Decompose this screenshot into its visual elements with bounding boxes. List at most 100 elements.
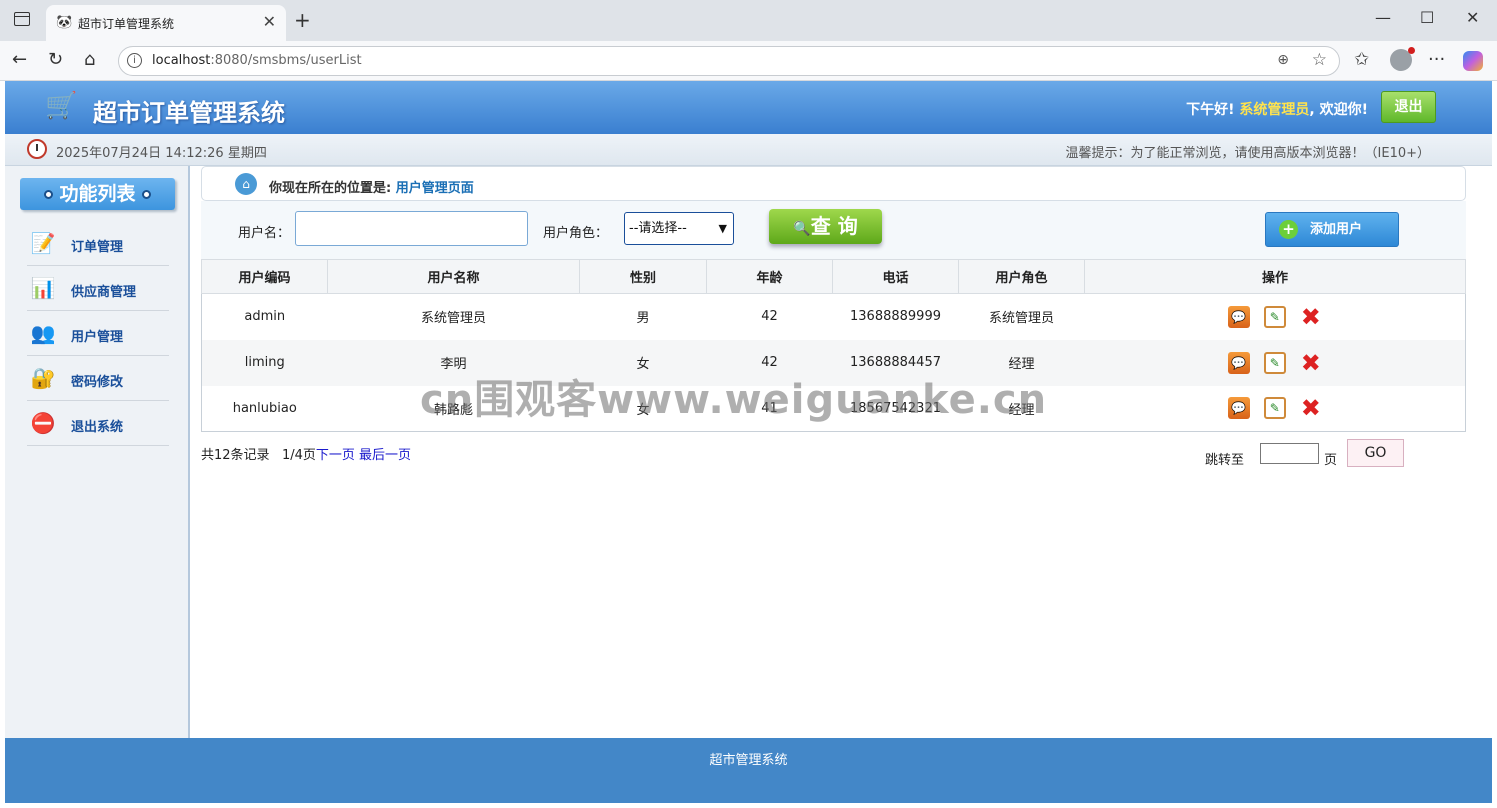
row-actions: 💬 ✎ ✖ [1085,294,1466,340]
browser-tip: 温馨提示：为了能正常浏览，请使用高版本浏览器！（IE10+） [1065,146,1430,161]
browser-tab[interactable]: 🐼 超市订单管理系统 ✕ [46,5,286,41]
row-actions: 💬 ✎ ✖ [1084,339,1466,386]
add-user-button[interactable]: + 添加用户 [1265,212,1399,247]
plus-icon: + [1279,220,1298,239]
time-bar: 2025年07月24日 14:12:26 星期四 温馨提示：为了能正常浏览，请使… [5,134,1492,166]
bullet-icon [44,190,54,199]
logout-button[interactable]: 退出 [1381,91,1436,123]
exit-icon: ⛔ [30,411,56,435]
user-code: liming [201,339,328,386]
favorite-star-icon[interactable]: ☆ [1312,50,1327,70]
delete-icon[interactable]: ✖ [1300,305,1322,329]
more-menu-icon[interactable]: ··· [1428,49,1445,70]
app-title: 超市订单管理系统 [93,99,285,127]
sidebar-item-providers[interactable]: 📊 供应商管理 [27,266,169,311]
sidebar: 功能列表 📝 订单管理 📊 供应商管理 👥 用户管理 🔐 密码修改 ⛔ 退出系统 [5,166,190,738]
sidebar-item-label[interactable]: 密码修改 [71,371,123,390]
table-row: admin 系统管理员 男 42 13688889999 系统管理员 💬 ✎ ✖ [202,294,1466,340]
column-header: 操作 [1084,259,1466,294]
go-button[interactable]: GO [1347,439,1404,467]
profile-avatar[interactable] [1390,47,1415,71]
minimize-icon[interactable]: — [1375,8,1391,27]
total-records: 共12条记录 [201,448,270,463]
current-datetime: 2025年07月24日 14:12:26 星期四 [56,146,267,161]
zoom-icon[interactable]: ⊕ [1277,52,1289,68]
browser-nav-bar: ← ↻ ⌂ i localhost:8080/smsbms/userList ⊕… [0,41,1497,81]
users-icon: 👥 [30,321,56,345]
page-unit-label: 页 [1324,453,1338,468]
column-header: 性别 [579,259,707,294]
edit-icon[interactable]: ✎ [1263,305,1286,328]
magnifier-icon: 🔍 [793,221,811,237]
greeting: 下午好! 系统管理员, 欢迎你! [1186,102,1368,118]
function-list-title: 功能列表 [20,178,175,210]
maximize-icon[interactable]: ☐ [1420,8,1434,27]
user-age: 42 [761,309,778,325]
column-header: 电话 [832,259,959,294]
app-page: 🛒 超市订单管理系统 下午好! 系统管理员, 欢迎你! 退出 2025年07月2… [5,81,1492,803]
username-search-input[interactable] [295,211,528,246]
provider-icon: 📊 [30,276,56,300]
sidebar-item-label[interactable]: 供应商管理 [71,281,136,300]
user-gender: 男 [636,311,650,327]
user-phone: 13688889999 [850,309,941,325]
user-role: 系统管理员 [988,311,1054,327]
sidebar-item-orders[interactable]: 📝 订单管理 [27,221,169,266]
delete-icon[interactable]: ✖ [1300,396,1322,420]
tab-close-icon[interactable]: ✕ [263,12,276,31]
shopping-cart-icon: 🛒 [45,91,78,121]
sidebar-item-label[interactable]: 退出系统 [71,416,123,435]
site-info-icon[interactable]: i [127,53,142,68]
user-code: admin [244,309,286,325]
column-header: 用户角色 [958,259,1085,294]
delete-icon[interactable]: ✖ [1300,351,1322,375]
view-icon[interactable]: 💬 [1227,351,1250,374]
app-header: 🛒 超市订单管理系统 下午好! 系统管理员, 欢迎你! 退出 [5,81,1492,134]
page-info: 1/4页 [281,448,316,463]
pagination: 共12条记录 1/4页下一页 最后一页 [201,444,411,463]
user-name: 系统管理员 [420,311,486,327]
back-icon[interactable]: ← [12,49,27,70]
jump-label: 跳转至 [1205,453,1245,468]
refresh-icon[interactable]: ↻ [48,49,63,70]
sidebar-item-password[interactable]: 🔐 密码修改 [27,356,169,401]
next-page-link[interactable]: 下一页 [316,448,355,463]
sidebar-item-label[interactable]: 订单管理 [71,236,123,255]
chevron-down-icon: ▼ [718,222,727,235]
clock-icon [27,139,47,159]
copilot-icon[interactable] [1463,51,1483,71]
window-close-icon[interactable]: ✕ [1466,8,1479,27]
sidebar-item-exit[interactable]: ⛔ 退出系统 [27,401,169,446]
current-location: 用户管理页面 [395,181,474,196]
query-button[interactable]: 🔍查 询 [769,209,882,244]
last-page-link[interactable]: 最后一页 [359,448,411,463]
jump-page-input[interactable] [1260,443,1319,464]
edit-icon[interactable]: ✎ [1263,397,1286,420]
watermark: cn围观客www.weiguanke.cn [420,377,1048,423]
home-icon: ⌂ [235,173,257,195]
user-code: hanlubiao [232,400,297,416]
tab-actions-icon[interactable] [14,12,30,26]
view-icon[interactable]: 💬 [1227,305,1250,328]
edit-icon[interactable]: ✎ [1263,351,1286,374]
role-select[interactable]: --请选择-- ▼ [624,212,734,245]
column-header: 年龄 [706,259,833,294]
footer: 超市管理系统 [5,738,1492,803]
column-header: 用户名称 [327,259,580,294]
column-header: 用户编码 [201,259,328,294]
tab-favicon-icon: 🐼 [56,15,73,30]
favorites-icon[interactable]: ✩ [1354,49,1369,70]
address-bar[interactable]: i localhost:8080/smsbms/userList ⊕ ☆ [118,46,1340,76]
password-icon: 🔐 [30,366,56,390]
home-icon[interactable]: ⌂ [84,49,95,70]
breadcrumb: ⌂ 你现在所在的位置是: 用户管理页面 [201,166,1466,201]
bullet-icon [141,190,151,199]
sidebar-item-users[interactable]: 👥 用户管理 [27,311,169,356]
view-icon[interactable]: 💬 [1227,397,1250,420]
search-bar: 用户名： 用户角色： --请选择-- ▼ 🔍查 询 + 添加用户 [201,201,1466,259]
order-icon: 📝 [30,231,56,255]
new-tab-icon[interactable]: + [294,8,311,32]
role-label: 用户角色： [543,226,609,241]
sidebar-item-label[interactable]: 用户管理 [71,326,123,345]
tab-title: 超市订单管理系统 [78,17,175,31]
